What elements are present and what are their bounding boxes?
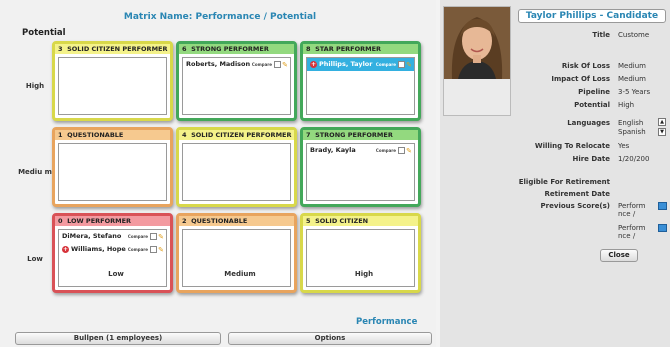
scroll-up-icon[interactable]: ▲ xyxy=(658,118,666,126)
box-body: Roberts, Madison Compare ✎ xyxy=(182,57,291,115)
field-label: Risk Of Loss xyxy=(561,62,610,70)
box-body: + Phillips, Taylor Compare ✎ xyxy=(306,57,415,115)
compare-label: Compare xyxy=(251,62,272,67)
employee-williams-hope[interactable]: + Williams, Hope Compare ✎ xyxy=(59,243,166,256)
compare-label: Compare xyxy=(127,247,148,252)
box-header: 5 SOLID CITIZEN xyxy=(303,216,418,226)
box-1[interactable]: 1 QUESTIONABLE xyxy=(52,127,173,207)
box-header: 2 QUESTIONABLE xyxy=(179,216,294,226)
compare-checkbox[interactable] xyxy=(274,61,281,68)
compare-label: Compare xyxy=(127,234,148,239)
box-body xyxy=(182,229,291,287)
field-label: Potential xyxy=(574,101,610,109)
box-3[interactable]: 3 SOLID CITIZEN PERFORMER xyxy=(52,41,173,121)
profile-photo xyxy=(444,7,510,79)
employee-brady-kayla[interactable]: Brady, Kayla Compare ✎ xyxy=(307,144,414,157)
field-label: Hire Date xyxy=(572,155,610,163)
box-8[interactable]: 8 STAR PERFORMER + Phillips, Taylor Compa… xyxy=(300,41,421,121)
row-label-medium: Mediu m xyxy=(18,168,52,176)
box-body xyxy=(58,143,167,201)
field-label: Languages xyxy=(567,119,610,127)
box-5[interactable]: 5 SOLID CITIZEN xyxy=(300,213,421,293)
performance-axis-label: Performance xyxy=(356,317,418,327)
box-header: 8 STAR PERFORMER xyxy=(303,44,418,54)
languages-list-item[interactable]: Spanish xyxy=(618,128,646,136)
box-body: DiMera, Stefano Compare ✎ + Williams, Hop… xyxy=(58,229,167,287)
pencil-icon[interactable]: ✎ xyxy=(158,244,164,257)
pencil-icon[interactable]: ✎ xyxy=(406,59,412,72)
compare-checkbox[interactable] xyxy=(398,147,405,154)
pencil-icon[interactable]: ✎ xyxy=(282,59,288,72)
employee-dimera-stefano[interactable]: DiMera, Stefano Compare ✎ xyxy=(59,230,166,243)
row-label-high: High xyxy=(25,82,45,90)
box-body xyxy=(58,57,167,115)
compare-checkbox[interactable] xyxy=(150,246,157,253)
box-header: 1 QUESTIONABLE xyxy=(55,130,170,140)
box-header: 0 LOW PERFORMER xyxy=(55,216,170,226)
box-body xyxy=(182,143,291,201)
field-value: Custome xyxy=(618,31,650,39)
field-value: Yes xyxy=(618,142,630,150)
field-value: Medium xyxy=(618,75,646,83)
plus-circle-icon[interactable]: + xyxy=(310,61,317,68)
col-label-high: High xyxy=(354,270,374,278)
field-label: Impact Of Loss xyxy=(551,75,610,83)
field-label: Pipeline xyxy=(578,88,610,96)
matrix-title: Matrix Name: Performance / Potential xyxy=(123,12,317,22)
compare-checkbox[interactable] xyxy=(398,61,405,68)
box-header: 4 SOLID CITIZEN PERFORMER xyxy=(179,130,294,140)
box-header: 6 STRONG PERFORMER xyxy=(179,44,294,54)
employee-roberts-madison[interactable]: Roberts, Madison Compare ✎ xyxy=(183,58,290,71)
close-button[interactable]: Close xyxy=(600,249,638,262)
scroll-down-icon[interactable]: ▼ xyxy=(658,128,666,136)
compare-label: Compare xyxy=(375,62,396,67)
field-value: 3-5 Years xyxy=(618,88,651,96)
languages-list[interactable]: English xyxy=(618,119,643,127)
box-body: Brady, Kayla Compare ✎ xyxy=(306,143,415,201)
pencil-icon[interactable]: ✎ xyxy=(406,145,412,158)
profile-name: Taylor Phillips - Candidate xyxy=(518,9,666,23)
profile-panel: Taylor Phillips - Candidate Title Custom… xyxy=(440,0,670,347)
row-label-low: Low xyxy=(27,255,43,263)
options-button[interactable]: Options xyxy=(228,332,432,345)
field-label: Title xyxy=(592,31,610,39)
box-2[interactable]: 2 QUESTIONABLE xyxy=(176,213,297,293)
avatar xyxy=(444,7,510,79)
field-value: 1/20/200 xyxy=(618,155,650,163)
bullpen-button[interactable]: Bullpen (1 employees) xyxy=(15,332,221,345)
box-4[interactable]: 4 SOLID CITIZEN PERFORMER xyxy=(176,127,297,207)
col-label-low: Low xyxy=(108,270,124,278)
col-label-medium: Medium xyxy=(224,270,256,278)
potential-axis-label: Potential xyxy=(22,28,66,38)
matrix-panel: Matrix Name: Performance / Potential Pot… xyxy=(0,0,436,347)
field-label: Eligible For Retirement xyxy=(518,178,610,186)
grid-calendar-icon[interactable] xyxy=(658,202,667,210)
employee-phillips-taylor[interactable]: + Phillips, Taylor Compare ✎ xyxy=(307,58,414,71)
box-0[interactable]: 0 LOW PERFORMER DiMera, Stefano Compare … xyxy=(52,213,173,293)
box-header: 7 STRONG PERFORMER xyxy=(303,130,418,140)
grid-calendar-icon[interactable] xyxy=(658,224,667,232)
field-value: Medium xyxy=(618,62,646,70)
compare-checkbox[interactable] xyxy=(150,233,157,240)
field-label: Retirement Date xyxy=(544,190,610,198)
previous-score: Perform nce / xyxy=(618,224,646,240)
field-label: Willing To Relocate xyxy=(534,142,610,150)
compare-label: Compare xyxy=(375,148,396,153)
field-label: Previous Score(s) xyxy=(540,202,610,210)
previous-score: Perform nce / xyxy=(618,202,646,218)
box-7[interactable]: 7 STRONG PERFORMER Brady, Kayla Compare … xyxy=(300,127,421,207)
field-value: High xyxy=(618,101,635,109)
box-header: 3 SOLID CITIZEN PERFORMER xyxy=(55,44,170,54)
plus-circle-icon[interactable]: + xyxy=(62,246,69,253)
box-6[interactable]: 6 STRONG PERFORMER Roberts, Madison Comp… xyxy=(176,41,297,121)
box-body xyxy=(306,229,415,287)
